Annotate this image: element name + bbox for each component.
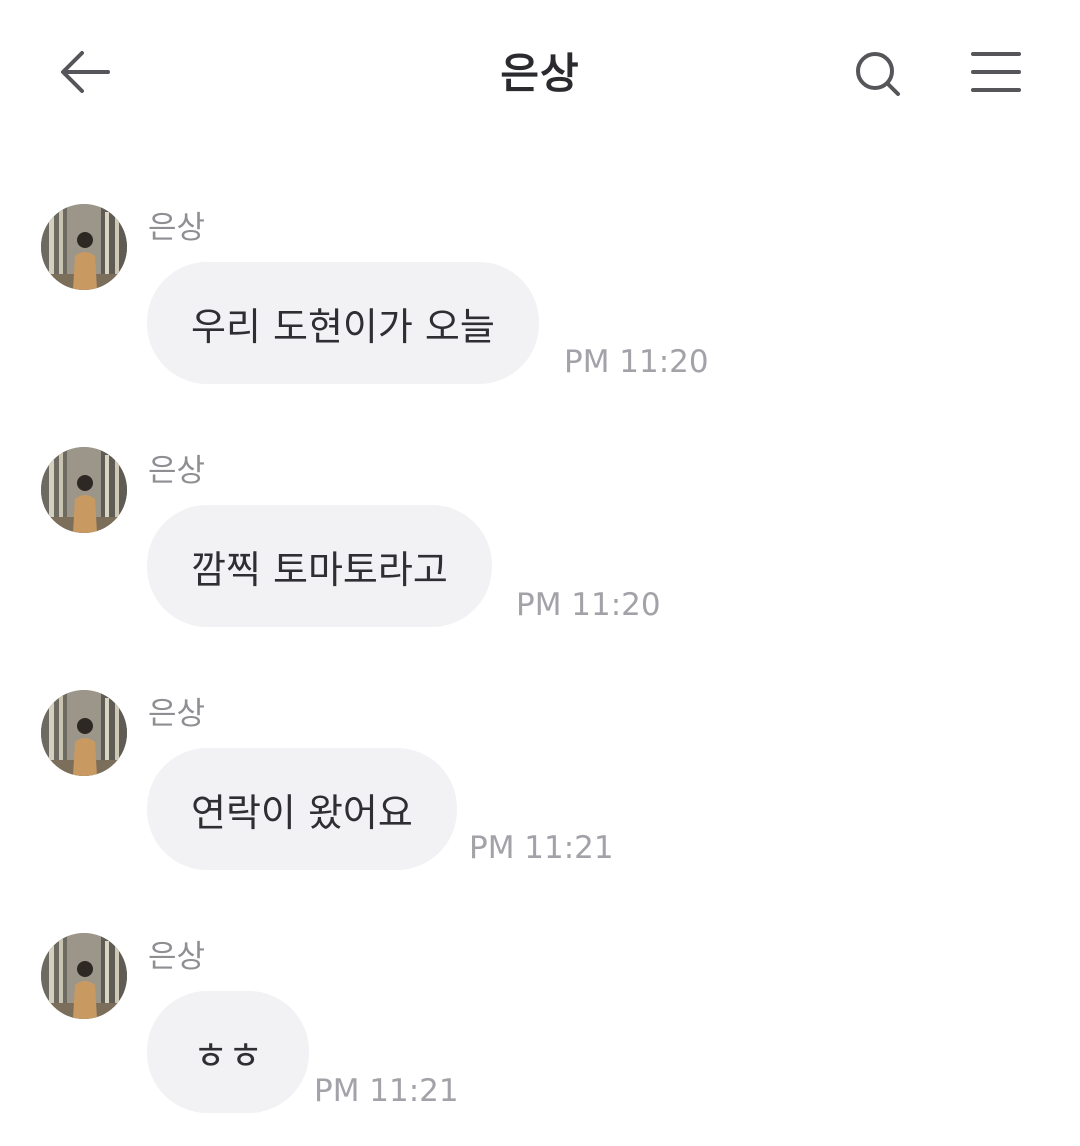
message-item: 은상 우리 도현이가 오늘 PM 11:20	[0, 204, 1080, 404]
message-bubble[interactable]: 연락이 왔어요	[147, 748, 457, 870]
avatar[interactable]	[41, 204, 127, 290]
message-bubble[interactable]: ㅎㅎ	[147, 991, 309, 1113]
message-bubble[interactable]: 깜찍 토마토라고	[147, 505, 492, 627]
search-button[interactable]	[848, 46, 908, 106]
sender-name: 은상	[148, 210, 206, 246]
message-item: 은상 깜찍 토마토라고 PM 11:20	[0, 447, 1080, 647]
chat-title: 은상	[500, 49, 580, 98]
arrow-left-icon	[56, 48, 112, 100]
avatar[interactable]	[41, 447, 127, 533]
back-button[interactable]	[52, 46, 116, 102]
avatar[interactable]	[41, 690, 127, 776]
message-time: PM 11:20	[516, 587, 661, 623]
hamburger-menu-icon	[971, 50, 1021, 98]
menu-button[interactable]	[964, 46, 1028, 102]
message-item: 은상 ㅎㅎ PM 11:21	[0, 933, 1080, 1133]
avatar[interactable]	[41, 933, 127, 1019]
message-time: PM 11:21	[469, 830, 614, 866]
message-time: PM 11:20	[564, 344, 709, 380]
message-time: PM 11:21	[314, 1073, 459, 1109]
sender-name: 은상	[148, 453, 206, 489]
chat-screen: 은상 은상 우리 도현이가 오늘 PM 11:20 은상 깜찍 토마토라고 PM…	[0, 0, 1080, 1146]
message-bubble[interactable]: 우리 도현이가 오늘	[147, 262, 539, 384]
sender-name: 은상	[148, 696, 206, 732]
chat-header: 은상	[0, 0, 1080, 150]
message-item: 은상 연락이 왔어요 PM 11:21	[0, 690, 1080, 890]
search-icon	[852, 48, 904, 104]
sender-name: 은상	[148, 939, 206, 975]
